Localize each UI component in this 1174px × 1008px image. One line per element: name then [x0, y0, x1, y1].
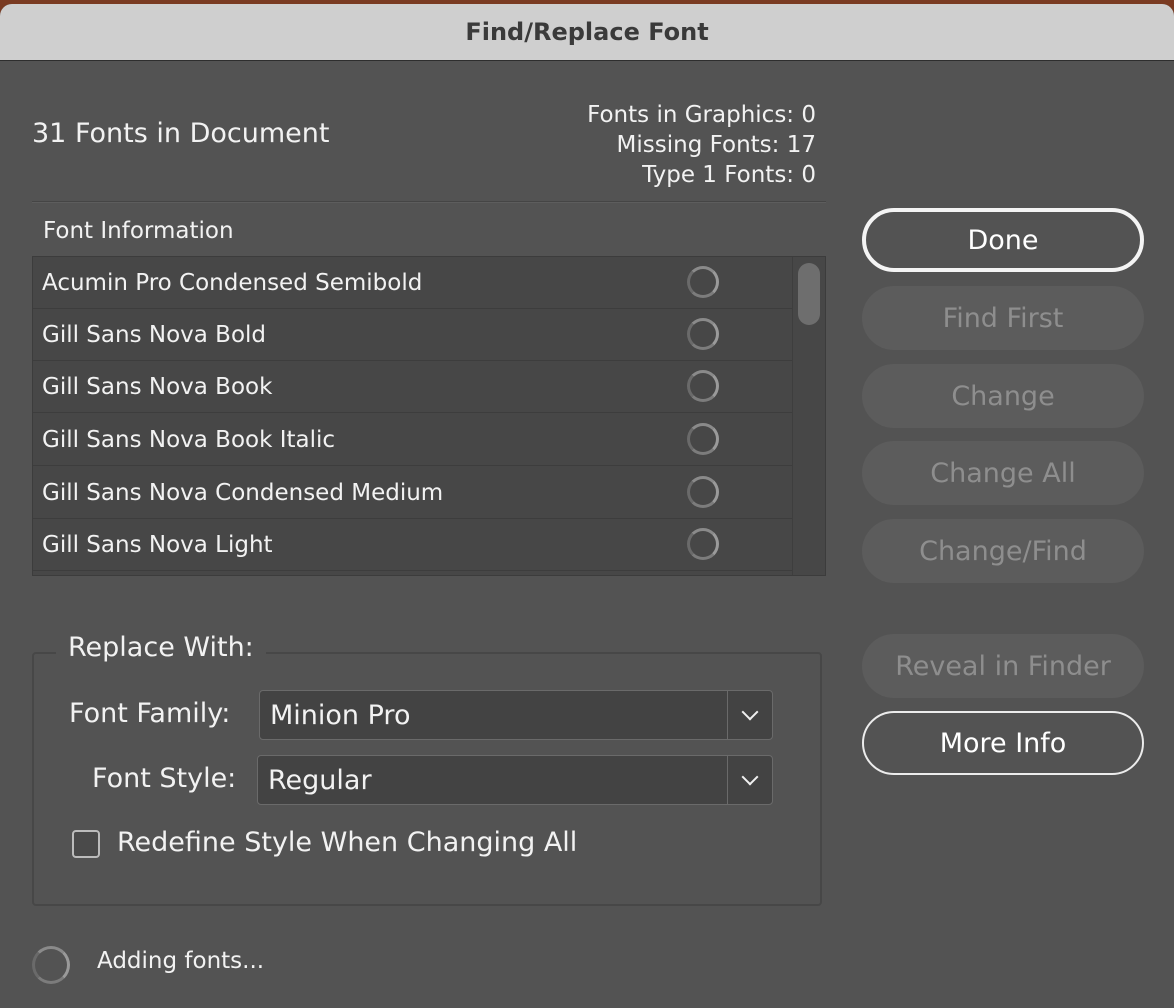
font-family-label: Font Family:: [69, 698, 231, 729]
status-text: Adding fonts...: [97, 948, 265, 974]
font-name: Acumin Pro Condensed Semibold: [42, 269, 423, 296]
loading-spinner-icon: [32, 946, 70, 984]
replace-with-legend: Replace With:: [56, 632, 266, 663]
type1-fonts-stat: Type 1 Fonts: 0: [642, 162, 816, 188]
loading-spinner-icon: [687, 528, 719, 560]
find-first-button[interactable]: Find First: [862, 286, 1144, 350]
loading-spinner-icon: [687, 318, 719, 350]
find-replace-font-dialog: Find/Replace Font 31 Fonts in Document F…: [0, 4, 1174, 1008]
loading-spinner-icon: [687, 476, 719, 508]
font-stats: Fonts in Graphics: 0 Missing Fonts: 17 T…: [587, 100, 816, 190]
font-list[interactable]: Acumin Pro Condensed Semibold Gill Sans …: [32, 256, 826, 576]
loading-spinner-icon: [687, 423, 719, 455]
font-information-label: Font Information: [43, 218, 234, 244]
section-divider: [32, 201, 826, 203]
font-style-select[interactable]: Regular: [257, 755, 773, 805]
done-button[interactable]: Done: [862, 208, 1144, 272]
font-style-label: Font Style:: [92, 763, 237, 794]
font-name: Gill Sans Nova Light: [42, 531, 273, 558]
font-style-value: Regular: [268, 764, 372, 796]
font-list-item[interactable]: Gill Sans Nova Condensed Medium: [33, 467, 795, 519]
change-find-button[interactable]: Change/Find: [862, 519, 1144, 583]
loading-spinner-icon: [687, 370, 719, 402]
font-name: Gill Sans Nova Book Italic: [42, 426, 336, 453]
change-all-button[interactable]: Change All: [862, 441, 1144, 505]
chevron-down-icon: [741, 768, 759, 786]
font-list-item[interactable]: Gill Sans Nova Book: [33, 361, 795, 413]
font-family-dropdown-button[interactable]: [727, 691, 772, 739]
title-bar[interactable]: Find/Replace Font: [0, 4, 1174, 61]
loading-spinner-icon: [687, 266, 719, 298]
redefine-style-checkbox[interactable]: [72, 830, 100, 858]
font-list-scrollbar[interactable]: [792, 257, 825, 575]
redefine-style-label[interactable]: Redefine Style When Changing All: [117, 827, 577, 858]
font-list-item[interactable]: Gill Sans Nova Bold: [33, 309, 795, 361]
font-list-item[interactable]: Gill Sans Nova Light: [33, 519, 795, 571]
document-font-count: 31 Fonts in Document: [32, 118, 330, 149]
font-family-value: Minion Pro: [270, 699, 411, 731]
font-list-item[interactable]: Acumin Pro Condensed Semibold: [33, 257, 795, 309]
fonts-in-graphics-stat: Fonts in Graphics: 0: [587, 102, 816, 128]
font-family-select[interactable]: Minion Pro: [259, 690, 773, 740]
missing-fonts-stat: Missing Fonts: 17: [616, 132, 816, 158]
font-name: Gill Sans Nova Book: [42, 373, 273, 400]
more-info-button[interactable]: More Info: [862, 711, 1144, 775]
window-title: Find/Replace Font: [465, 18, 709, 46]
font-name: Gill Sans Nova Condensed Medium: [42, 479, 444, 506]
scrollbar-thumb[interactable]: [798, 263, 820, 325]
font-name: Gill Sans Nova Bold: [42, 321, 267, 348]
font-style-dropdown-button[interactable]: [727, 756, 772, 804]
font-list-item[interactable]: Gill Sans Nova Book Italic: [33, 414, 795, 466]
chevron-down-icon: [741, 703, 759, 721]
change-button[interactable]: Change: [862, 364, 1144, 428]
reveal-in-finder-button[interactable]: Reveal in Finder: [862, 634, 1144, 698]
